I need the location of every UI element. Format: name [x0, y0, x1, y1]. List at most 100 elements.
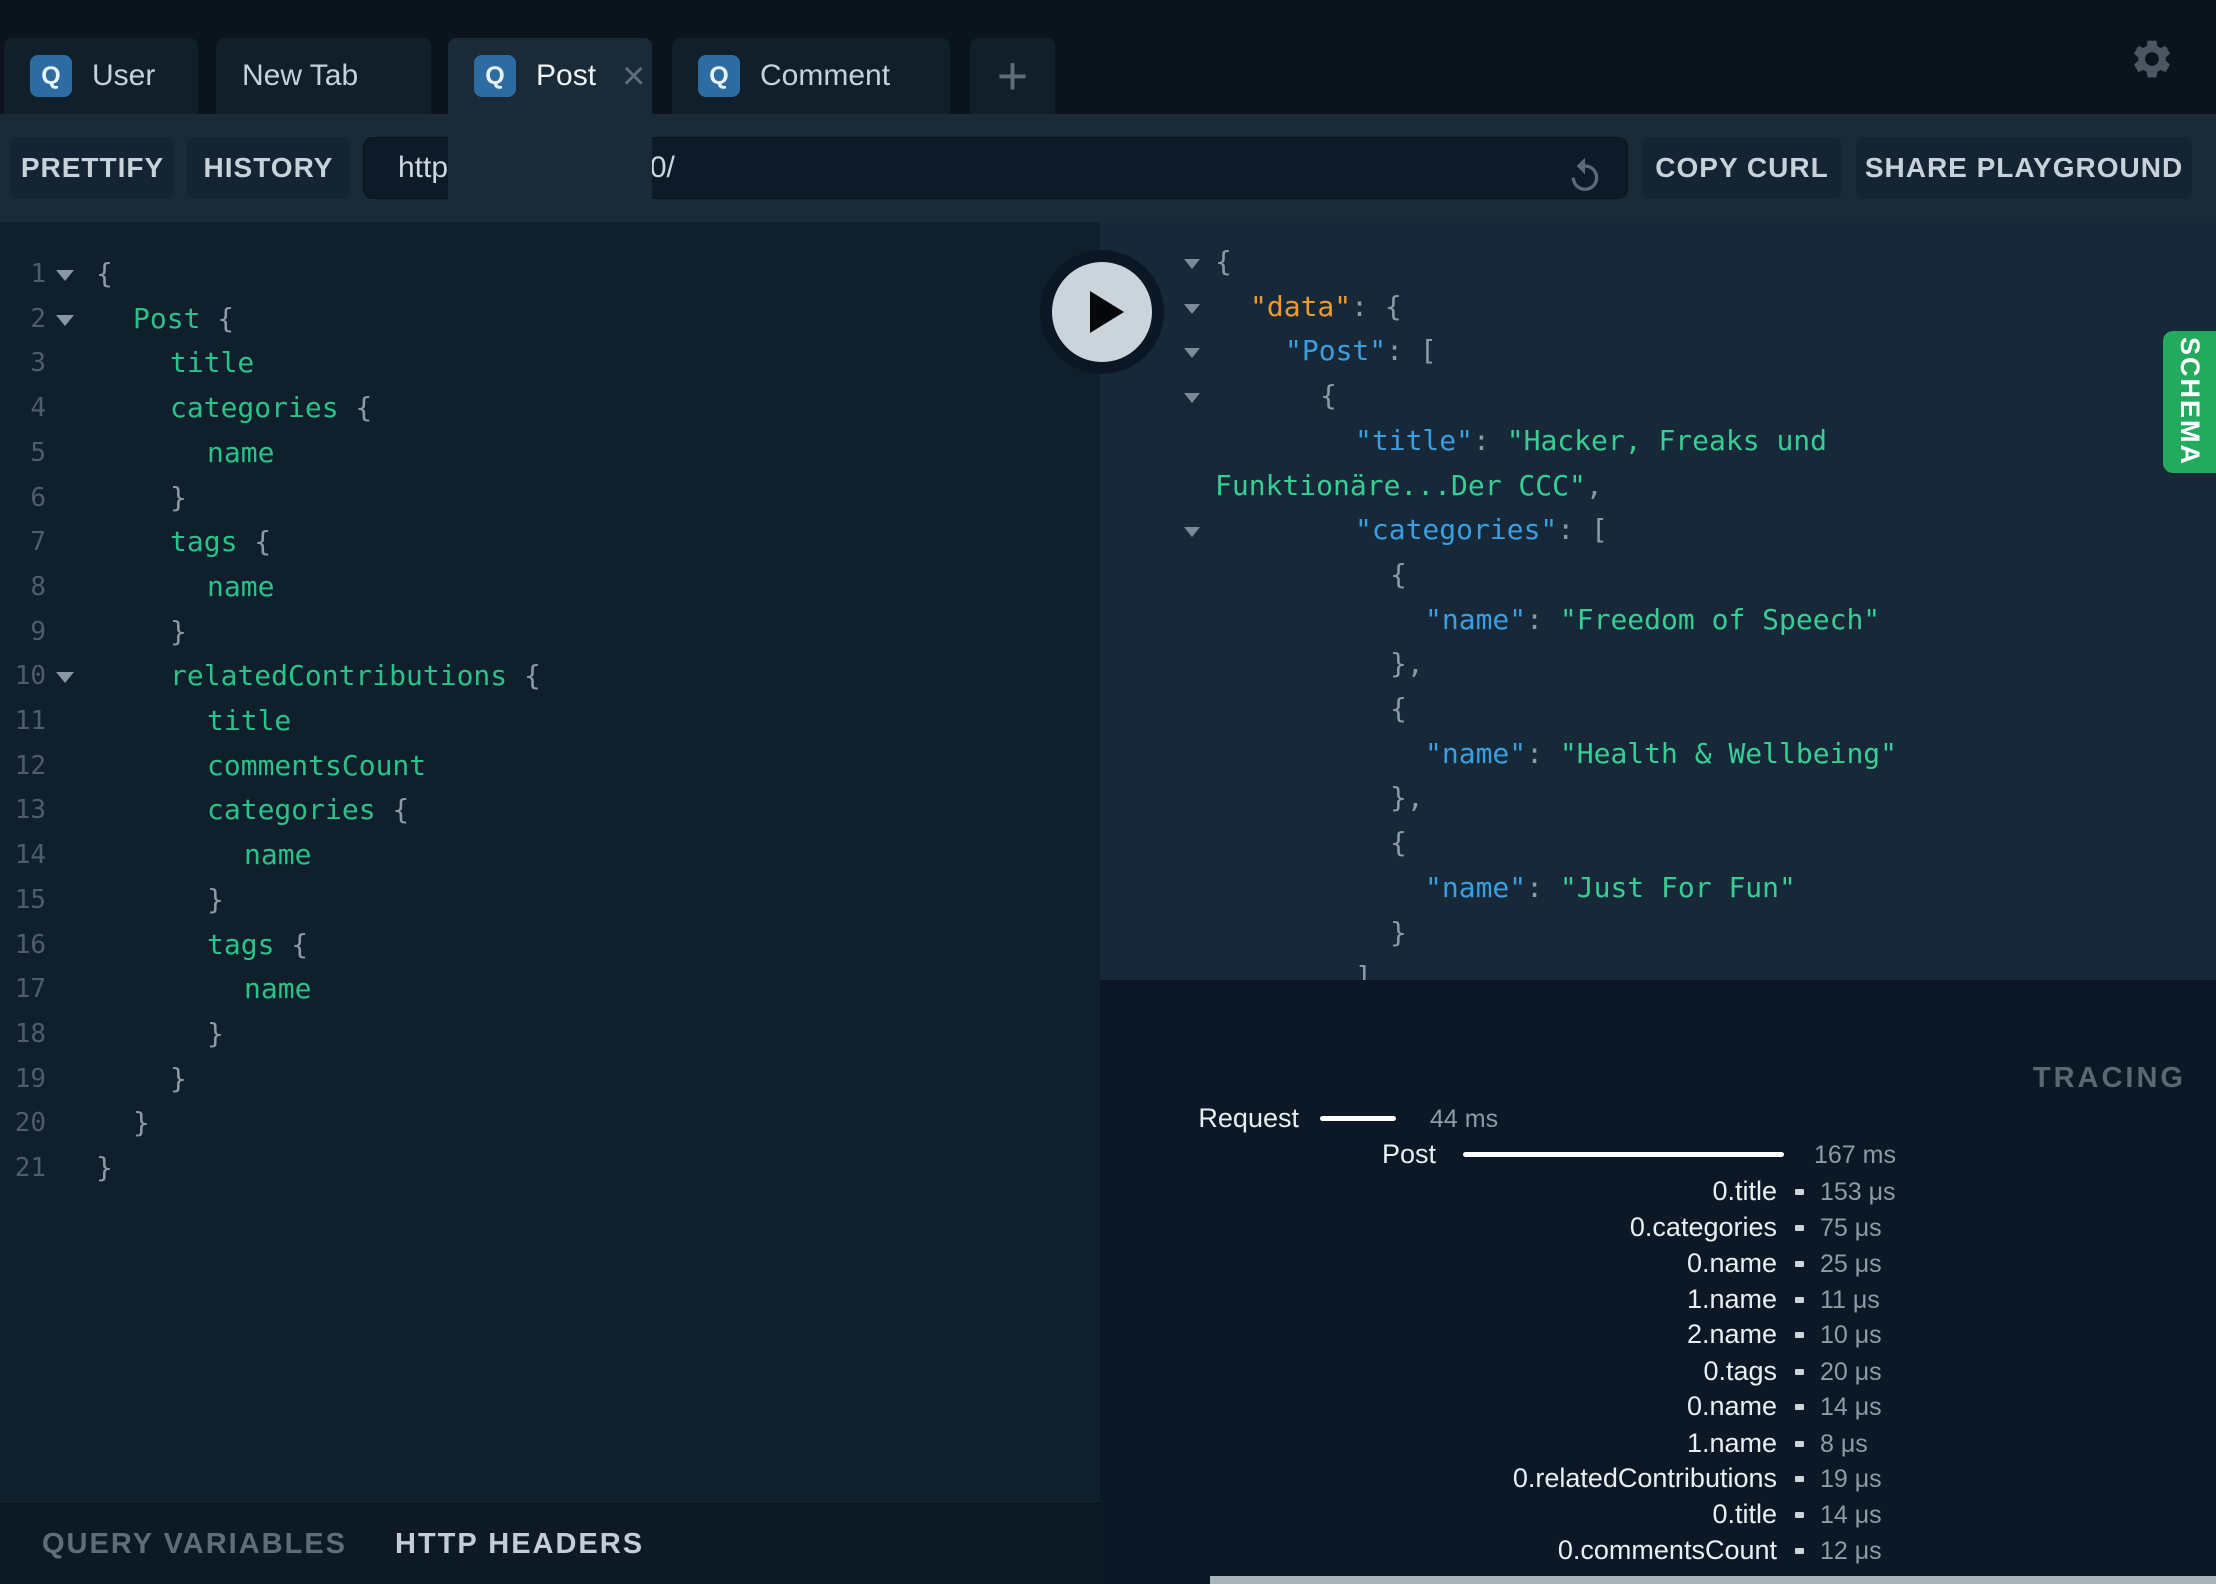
response-line: "categories": [ [1100, 507, 2216, 553]
editor-line[interactable]: 11 title [0, 698, 1100, 744]
tab-new-tab-label: New Tab [242, 59, 359, 92]
code-text: } [207, 1016, 224, 1050]
code-text: }, [1390, 781, 1424, 815]
editor-line[interactable]: 13 categories { [0, 787, 1100, 833]
tab-comment[interactable]: Q Comment [672, 38, 950, 114]
line-number: 11 [14, 706, 46, 736]
editor-line[interactable]: 8 name [0, 564, 1100, 610]
editor-line[interactable]: 20} [0, 1100, 1100, 1146]
tracing-row-duration: 10 μs [1820, 1321, 1882, 1349]
line-number: 14 [14, 840, 46, 871]
code-text: } [133, 1106, 150, 1140]
fold-arrow-icon[interactable] [56, 314, 74, 326]
tab-user[interactable]: Q User [4, 38, 198, 114]
code-text: relatedContributions { [170, 659, 541, 693]
code-text: "name": "Just For Fun" [1425, 870, 1796, 904]
editor-line[interactable]: 10 relatedContributions { [0, 653, 1100, 699]
http-headers-toggle[interactable]: HTTP HEADERS [395, 1528, 644, 1561]
editor-line[interactable]: 5 name [0, 430, 1100, 476]
tracing-row: 0.relatedContributions 19 μs [1100, 1463, 2216, 1493]
response-line: "name": "Freedom of Speech" [1100, 597, 2216, 643]
tracing-row-duration: 20 μs [1820, 1358, 1882, 1386]
code-text: commentsCount [207, 748, 427, 782]
editor-line[interactable]: 9} [0, 609, 1100, 655]
tracing-row-label: 0.commentsCount [1557, 1535, 1777, 1565]
code-text: } [207, 882, 224, 916]
editor-line[interactable]: 14 name [0, 832, 1100, 878]
tracing-row: 1.name 11 μs [1100, 1284, 2216, 1314]
copy-curl-button[interactable]: COPY CURL [1642, 137, 1842, 199]
fold-arrow-icon[interactable] [56, 270, 74, 281]
editor-line[interactable]: 7 tags { [0, 519, 1100, 565]
tracing-row-label: 2.name [1686, 1319, 1777, 1349]
tab-post-label: Post [536, 59, 597, 92]
refresh-schema-icon[interactable] [1565, 156, 1605, 196]
code-text: ] [1355, 960, 1372, 980]
close-tab-icon[interactable]: × [622, 56, 645, 96]
code-text: } [96, 1151, 113, 1184]
code-text: "name": "Health & Wellbeing" [1425, 736, 1898, 770]
editor-line[interactable]: 19} [0, 1056, 1100, 1102]
line-number: 19 [14, 1063, 46, 1094]
query-editor[interactable]: 1{2 Post {3 title 4 categories {5 name 6} 7 tags… [0, 222, 1100, 1503]
schema-side-tab[interactable]: SCHEMA [2163, 331, 2216, 473]
response-line: { [1100, 686, 2216, 732]
editor-line[interactable]: 3 title [0, 340, 1100, 386]
editor-line[interactable]: 6} [0, 475, 1100, 521]
add-tab-button[interactable]: + [970, 38, 1055, 114]
prettify-button[interactable]: PRETTIFY [10, 137, 175, 199]
response-line: "Post": [ [1100, 328, 2216, 374]
tracing-duration-bar [1320, 1116, 1396, 1121]
tracing-row-label: Post [1381, 1139, 1436, 1169]
tracing-row-label: 0.title [1712, 1499, 1777, 1529]
fold-arrow-icon[interactable] [1184, 259, 1200, 269]
share-playground-button[interactable]: SHARE PLAYGROUND [1856, 137, 2192, 199]
editor-line[interactable]: 15} [0, 877, 1100, 923]
tracing-duration-bar [1463, 1152, 1784, 1157]
tracing-row: 0.categories 75 μs [1100, 1212, 2216, 1242]
line-number: 1 [30, 259, 46, 289]
code-text: "Post": [ [1285, 334, 1437, 368]
tracing-row: 2.name 10 μs [1100, 1319, 2216, 1349]
tracing-duration-tick [1795, 1548, 1804, 1554]
editor-line[interactable]: 21} [0, 1145, 1100, 1191]
horizontal-scrollbar-thumb[interactable] [1210, 1576, 2216, 1584]
code-text: } [170, 1061, 187, 1095]
code-text: } [170, 480, 187, 514]
editor-line[interactable]: 2 Post { [0, 296, 1100, 342]
code-text: title [170, 346, 255, 380]
fold-arrow-icon[interactable] [1184, 303, 1200, 314]
code-text: name [244, 972, 312, 1006]
play-icon [1090, 291, 1124, 333]
fold-arrow-icon[interactable] [1184, 393, 1200, 404]
fold-arrow-icon[interactable] [1184, 348, 1200, 359]
fold-arrow-icon[interactable] [56, 672, 74, 684]
line-number: 9 [30, 616, 46, 647]
tab-user-label: User [92, 59, 156, 92]
history-button[interactable]: HISTORY [187, 137, 350, 199]
editor-line[interactable]: 4 categories { [0, 385, 1100, 431]
toolbar: PRETTIFY HISTORY http://localhost:4000/ … [0, 114, 2216, 222]
query-badge-icon: Q [30, 55, 72, 97]
tracing-row-duration: 14 μs [1820, 1393, 1882, 1421]
editor-line[interactable]: 1{ [0, 251, 1100, 297]
editor-line[interactable]: 17 name [0, 966, 1100, 1012]
query-variables-toggle[interactable]: QUERY VARIABLES [42, 1528, 347, 1561]
execute-query-button[interactable] [1040, 250, 1164, 374]
fold-arrow-icon[interactable] [1184, 527, 1200, 538]
query-badge-icon: Q [474, 55, 516, 97]
tracing-row-duration: 19 μs [1820, 1465, 1882, 1493]
tracing-row-label: Request [1198, 1103, 1299, 1133]
settings-gear-icon[interactable] [2129, 36, 2175, 82]
tab-post[interactable]: Q Post × [448, 38, 652, 222]
editor-line[interactable]: 16 tags { [0, 922, 1100, 968]
response-line: "title": "Hacker, Freaks und [1100, 418, 2216, 464]
tracing-duration-tick [1795, 1332, 1804, 1338]
plus-icon: + [996, 46, 1029, 106]
editor-line[interactable]: 18} [0, 1011, 1100, 1057]
editor-line[interactable]: 12 commentsCount [0, 743, 1100, 789]
tab-comment-label: Comment [760, 59, 891, 92]
schema-tab-label: SCHEMA [2175, 337, 2205, 467]
tab-new-tab[interactable]: New Tab [216, 38, 431, 114]
tracing-row: 0.name 14 μs [1100, 1391, 2216, 1421]
